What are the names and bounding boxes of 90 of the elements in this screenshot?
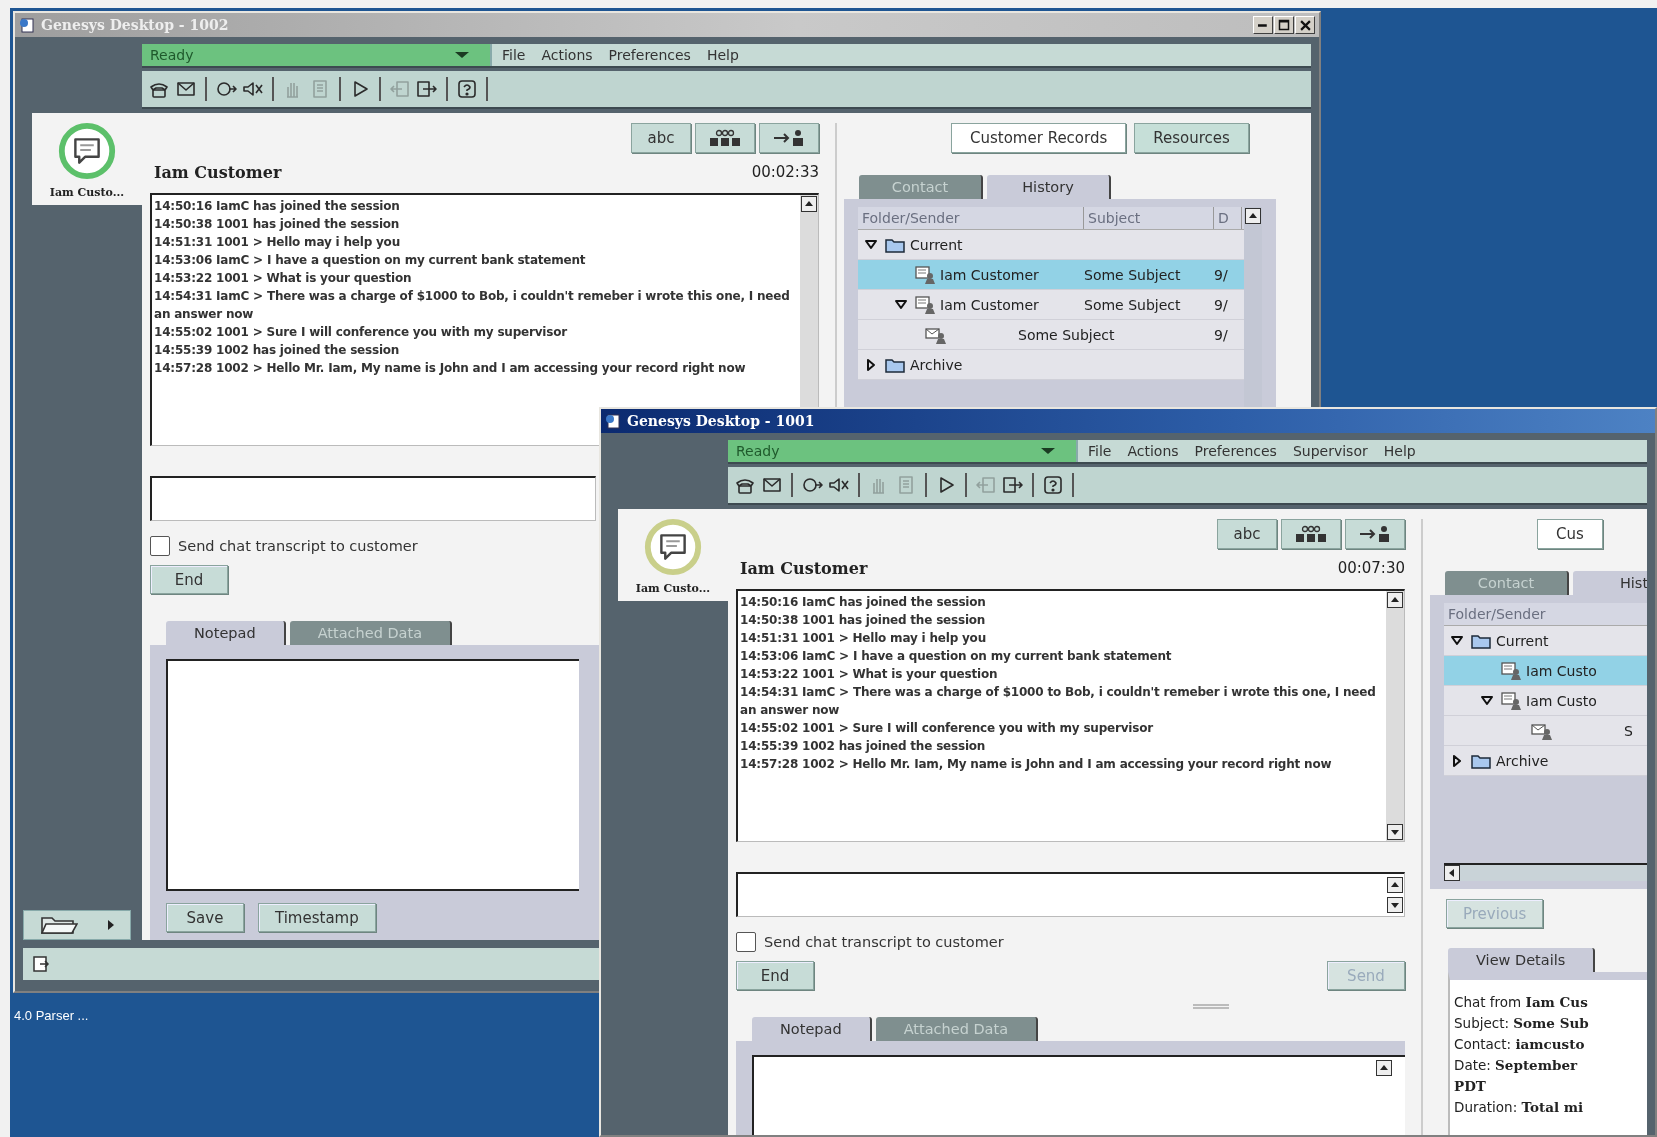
menu-item[interactable]: Preferences [608, 47, 691, 63]
menu-item[interactable]: Actions [1127, 443, 1179, 459]
chat-message: 14:55:02 1001 > Sure I will conference you with my supervisor [154, 324, 568, 341]
spell-check-button[interactable]: abc [631, 123, 691, 153]
window-title: Genesys Desktop - 1001 [627, 413, 815, 429]
chat-message: 14:53:22 1001 > What is your question [154, 270, 413, 287]
tree-row[interactable]: Iam Custo [1444, 686, 1647, 716]
menu-item[interactable]: Help [706, 47, 739, 63]
action-button[interactable]: End [736, 961, 814, 990]
date-cell-text: 9/ [1214, 326, 1229, 343]
notepad-button[interactable]: Save [166, 903, 244, 932]
tab[interactable]: View Details [1448, 948, 1596, 972]
tree-label: Iam Custo [1526, 692, 1597, 709]
chat-message: 14:53:06 IamC > I have a question on my current bank statement [740, 648, 1173, 665]
column-header[interactable]: Folder/Sender [1444, 603, 1647, 625]
chat-message: 14:51:31 1001 > Hello may i help you [154, 234, 401, 251]
detail-text: Chat from Iam Cus [1454, 993, 1589, 1012]
desktop-icon-label[interactable]: 4.0 Parser ... [14, 1008, 89, 1023]
session-timer: 00:07:30 [1337, 559, 1405, 577]
checkbox-label: Send chat transcript to customer [178, 538, 418, 554]
chat-message: 14:54:31 IamC > There was a charge of $1000 to Bob, i couldn't remeber i wrote this one, I need an answer now [154, 288, 791, 323]
menu-item[interactable]: Supervisor [1292, 443, 1368, 459]
menu-item[interactable]: Preferences [1194, 443, 1277, 459]
chat-message: 14:51:31 1001 > Hello may i help you [740, 630, 987, 647]
tab[interactable]: Notepad [752, 1017, 872, 1041]
tree-row[interactable]: Archive [1444, 746, 1647, 776]
tree-row[interactable]: S [1444, 716, 1647, 746]
tree-label: Iam Custo [1526, 662, 1597, 679]
panel-tab[interactable]: Customer Records [951, 123, 1127, 153]
chat-message: 14:50:38 1001 has joined the session [154, 216, 401, 233]
tree-label: Current [1496, 632, 1549, 649]
tree-row[interactable]: Current [1444, 626, 1647, 656]
chat-message: 14:55:02 1001 > Sure I will conference you with my supervisor [740, 720, 1154, 737]
chat-message: 14:50:16 IamC has joined the session [154, 198, 401, 215]
column-header[interactable]: Subject [1084, 207, 1214, 229]
tree-label: Some Subject [1018, 326, 1115, 343]
subject-cell-text: Some Subject [1084, 266, 1182, 283]
detail-text: Subject: Some Sub [1454, 1014, 1590, 1033]
session-timer: 00:02:33 [751, 163, 819, 181]
detail-text: Duration: Total mi [1454, 1098, 1585, 1117]
column-header[interactable]: Folder/Sender [858, 207, 1084, 229]
window-title: Genesys Desktop - 1002 [41, 17, 229, 33]
tree-row[interactable]: Archive [858, 350, 1244, 380]
action-button[interactable]: End [150, 565, 228, 594]
chat-message: 14:54:31 IamC > There was a charge of $1000 to Bob, i couldn't remeber i wrote this one, I need an answer now [740, 684, 1377, 719]
tree-label: Iam Customer [940, 296, 1039, 313]
contact-label: Iam Custo... [635, 581, 711, 595]
detail-text: Date: September PDT [1454, 1056, 1579, 1096]
contact-name: Iam Customer [154, 162, 282, 182]
chat-message: 14:57:28 1002 > Hello Mr. Iam, My name is John and I am accessing your record right now [154, 360, 747, 377]
tree-row[interactable]: Current [858, 230, 1244, 260]
tree-label: Current [910, 236, 963, 253]
tree-row[interactable]: Iam Customer Some Subject 9/ [858, 260, 1244, 290]
tab[interactable]: History [987, 175, 1111, 199]
contact-name: Iam Customer [740, 558, 868, 578]
tree-label: S [1624, 722, 1633, 739]
chat-message: 14:57:28 1002 > Hello Mr. Iam, My name is John and I am accessing your record right now [740, 756, 1333, 773]
chat-message: 14:50:38 1001 has joined the session [740, 612, 987, 629]
menu-item[interactable]: Actions [541, 47, 593, 63]
menu-item[interactable]: File [1088, 443, 1112, 459]
tree-row[interactable]: Iam Custo [1444, 656, 1647, 686]
chat-message: 14:50:16 IamC has joined the session [740, 594, 987, 611]
date-cell-text: 9/ [1214, 296, 1229, 313]
notepad-button[interactable]: Timestamp [258, 903, 376, 932]
tree-label: Archive [910, 356, 963, 373]
panel-tab[interactable]: Cus [1537, 519, 1603, 549]
subject-cell-text: Some Subject [1084, 296, 1182, 313]
status-dropdown[interactable]: Ready [728, 440, 1078, 462]
tree-label: Archive [1496, 752, 1549, 769]
contact-card[interactable]: Iam Custo... [32, 113, 142, 205]
menu-item[interactable]: Help [1383, 443, 1416, 459]
contact-label: Iam Custo... [49, 185, 125, 199]
detail-text: Contact: iamcusto [1454, 1035, 1586, 1054]
contact-card[interactable]: Iam Custo... [618, 509, 728, 601]
chat-message: 14:55:39 1002 has joined the session [154, 342, 401, 359]
spell-check-button[interactable]: abc [1217, 519, 1277, 549]
tree-label: Iam Customer [940, 266, 1039, 283]
chat-message: 14:55:39 1002 has joined the session [740, 738, 987, 755]
tab[interactable]: Notepad [166, 621, 286, 645]
tab[interactable]: Hist [1573, 571, 1647, 595]
date-cell-text: 9/ [1214, 266, 1229, 283]
status-dropdown[interactable]: Ready [142, 44, 492, 66]
chat-message: 14:53:06 IamC > I have a question on my current bank statement [154, 252, 587, 269]
panel-tab[interactable]: Resources [1134, 123, 1249, 153]
chat-message: 14:53:22 1001 > What is your question [740, 666, 999, 683]
menu-item[interactable]: File [502, 47, 526, 63]
tree-row[interactable]: Iam Customer Some Subject 9/ [858, 290, 1244, 320]
checkbox-label: Send chat transcript to customer [764, 934, 1004, 950]
column-header[interactable]: D [1214, 207, 1242, 229]
tree-row[interactable]: Some Subject 9/ [858, 320, 1244, 350]
